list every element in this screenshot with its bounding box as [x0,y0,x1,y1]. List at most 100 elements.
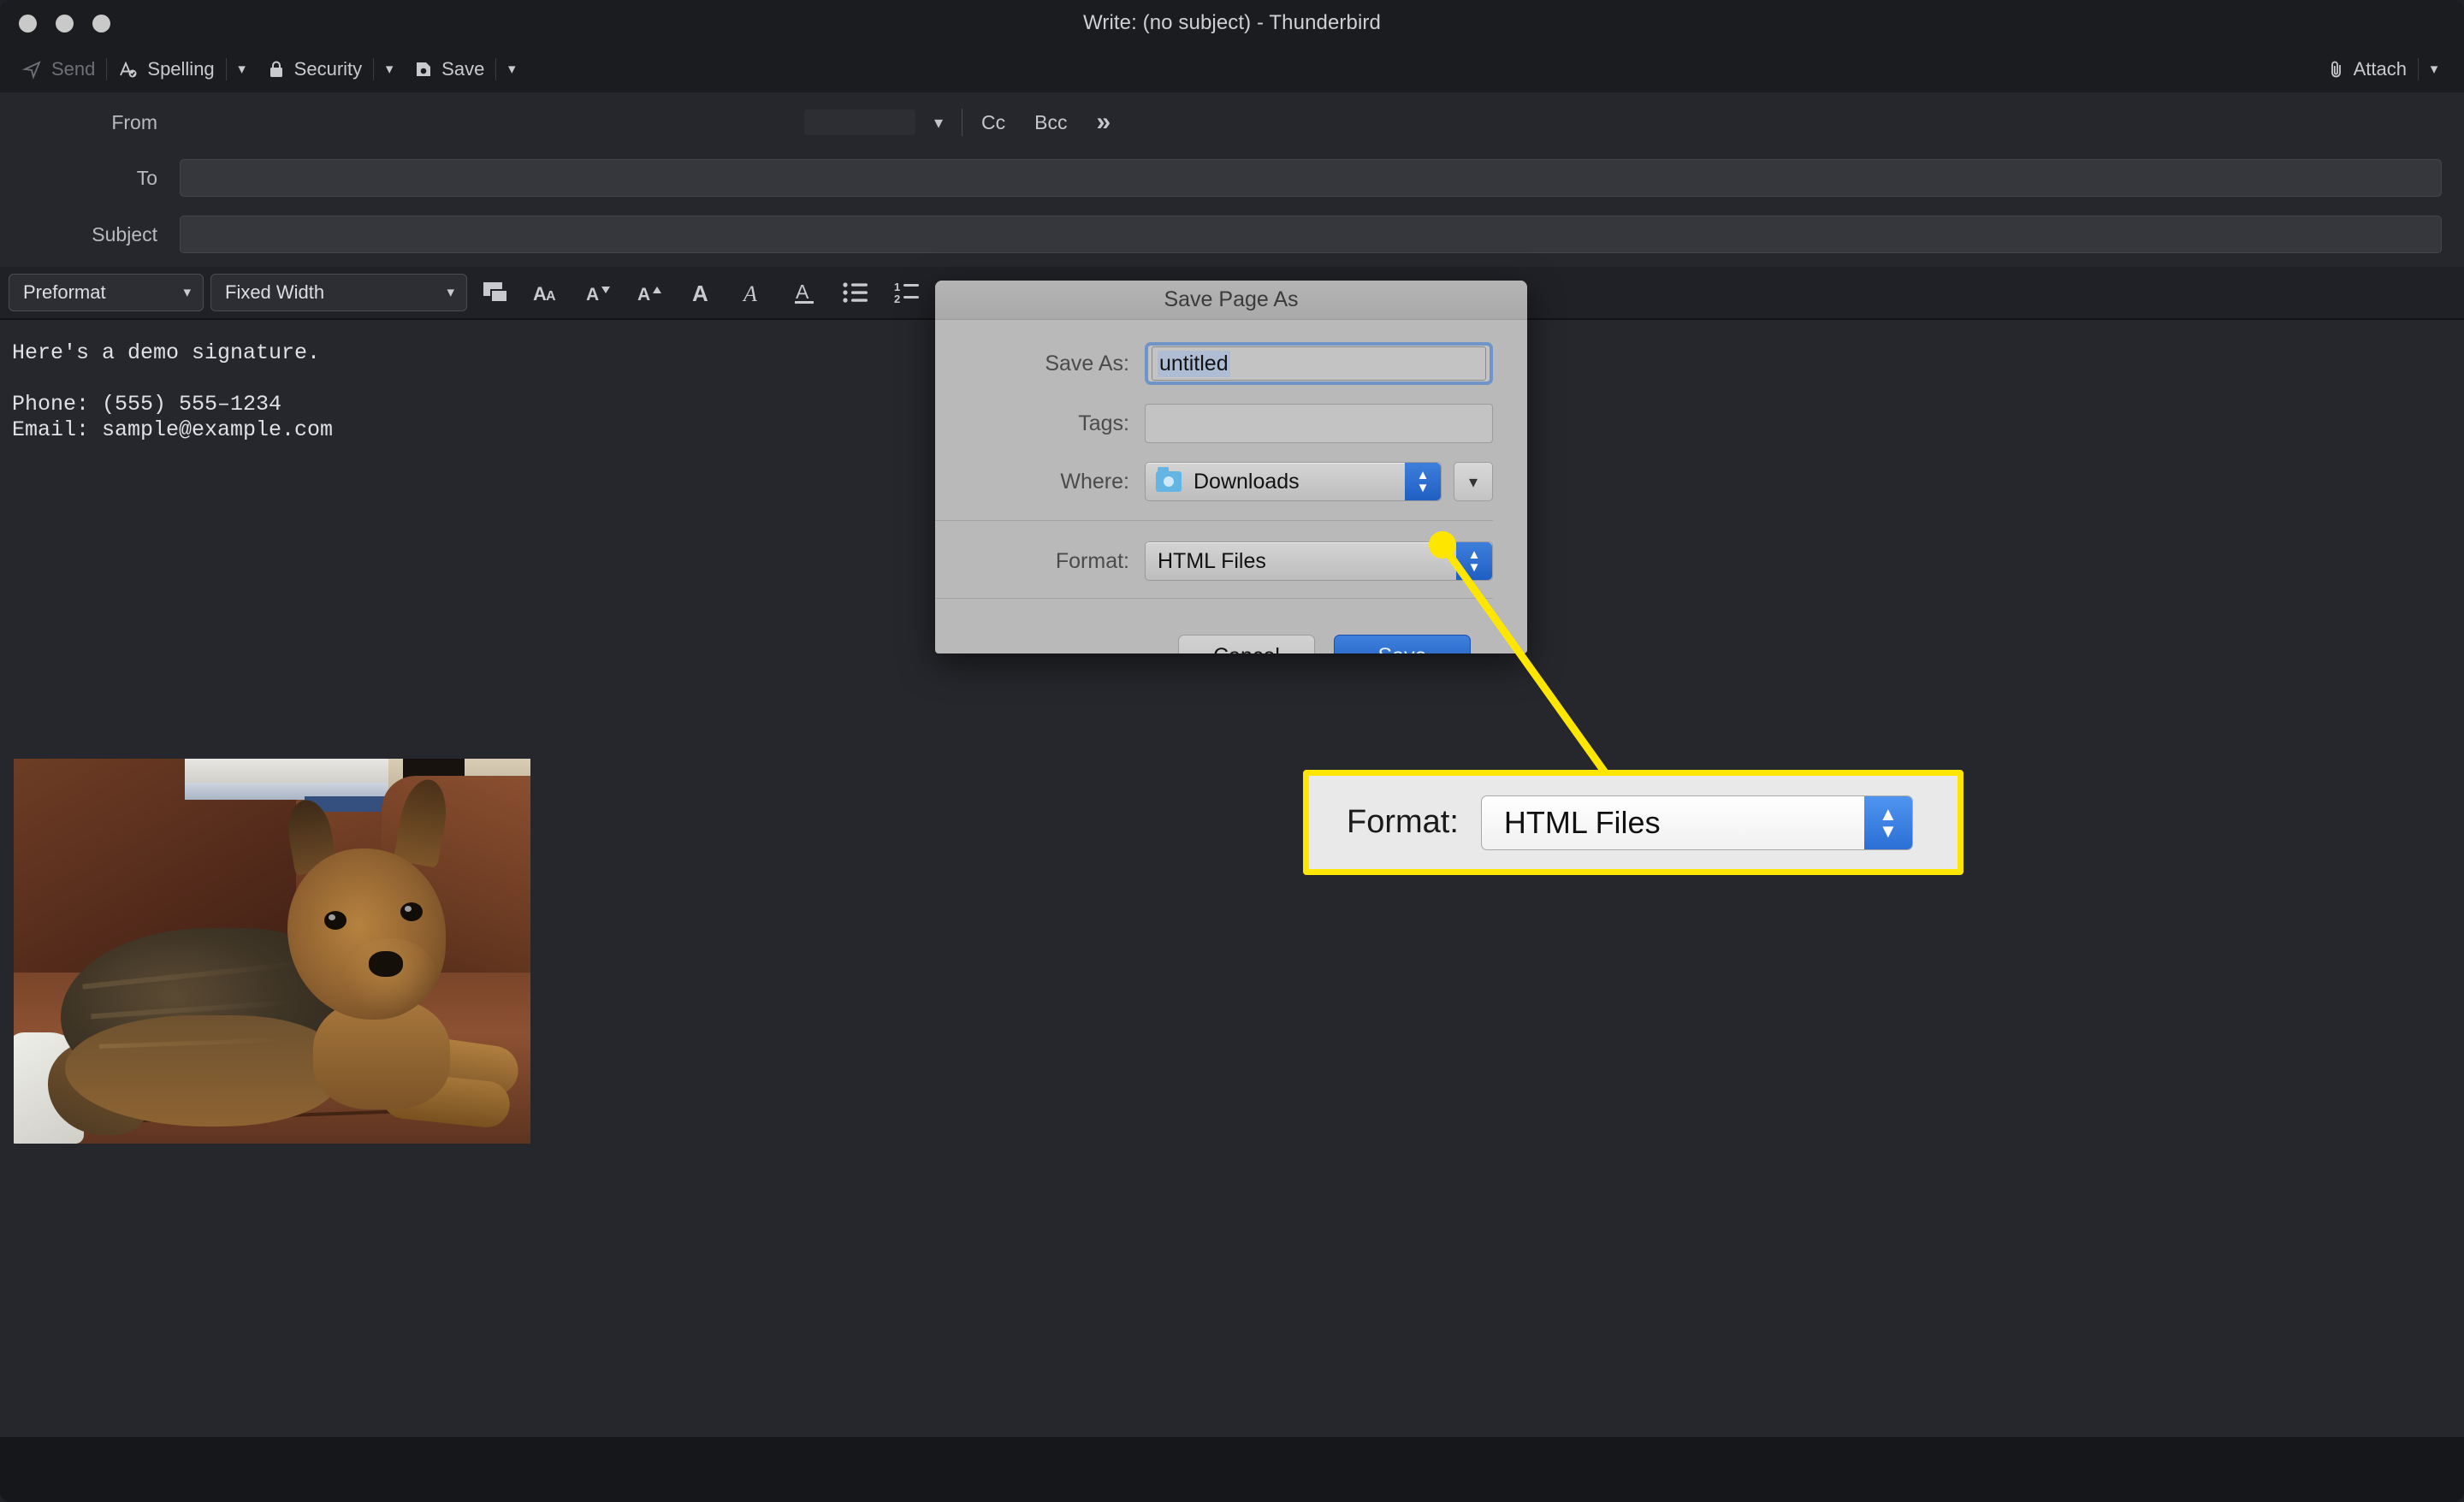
increase-font-size-button[interactable]: A [628,273,672,312]
chevron-up-icon: ▲ [1879,803,1898,825]
where-select[interactable]: Downloads ▲ ▼ [1145,462,1442,501]
chevron-down-icon: ▾ [385,61,394,77]
tags-row: Tags: [935,404,1493,443]
chevron-up-icon: ▲ [1416,467,1430,482]
from-identity-value[interactable] [804,109,915,135]
where-label: Where: [1060,469,1129,494]
save-button[interactable]: Save [404,51,495,87]
send-icon [22,59,43,80]
underline-button[interactable]: A [782,273,826,312]
svg-text:1: 1 [894,281,900,293]
format-label: Format: [1055,548,1129,573]
window-titlebar: Write: (no subject) - Thunderbird [0,0,2464,46]
save-label: Save [441,58,485,80]
bold-icon: A [689,280,714,305]
callout-format-value: HTML Files [1503,804,1661,840]
to-row: To [0,159,2464,197]
format-callout: Format: HTML Files ▲ ▼ [1303,770,1964,875]
window-title: Write: (no subject) - Thunderbird [1083,11,1381,34]
svg-text:A: A [796,281,809,303]
svg-text:A: A [692,281,708,305]
status-bar [0,1437,2464,1502]
bcc-button[interactable]: Bcc [1034,111,1067,134]
tags-label: Tags: [1078,411,1129,435]
chevron-down-icon: ▼ [1467,559,1481,575]
font-size-button[interactable]: A A [525,273,570,312]
svg-text:A: A [586,285,599,305]
more-recipients-icon[interactable]: » [1097,108,1111,137]
font-size-icon: A A [533,280,562,305]
font-family-select[interactable]: Fixed Width ▾ [210,274,467,311]
chevron-down-icon: ▾ [1468,472,1478,492]
toolbar-divider [225,58,227,80]
decrease-size-icon: A [584,280,613,305]
callout-stepper-icon[interactable]: ▲ ▼ [1863,795,1912,849]
paragraph-style-value: Preformat [23,281,106,303]
signature-photo[interactable] [14,759,530,1144]
send-label: Send [51,58,96,80]
svg-text:A: A [533,283,547,305]
signature-line-4: Email: sample@example.com [12,417,334,442]
dialog-divider [935,598,1493,599]
from-dropdown-chevron[interactable]: ▾ [934,112,943,133]
format-value: HTML Files [1158,548,1266,573]
tags-input[interactable] [1145,404,1493,443]
to-label: To [136,166,157,189]
toolbar-divider [106,58,108,80]
save-page-as-dialog: Save Page As Save As: untitled Tags: Whe… [935,281,1527,653]
spelling-dropdown-chevron[interactable]: ▾ [228,51,257,87]
where-stepper-icon[interactable]: ▲ ▼ [1405,463,1441,500]
save-as-label: Save As: [1045,351,1129,376]
cancel-button[interactable]: Cancel [1178,635,1315,653]
save-dropdown-chevron[interactable]: ▾ [497,51,526,87]
callout-format-select[interactable]: HTML Files ▲ ▼ [1480,795,1913,850]
bold-button[interactable]: A [679,273,724,312]
format-row: Format: HTML Files ▲ ▼ [935,541,1493,581]
cc-button[interactable]: Cc [981,111,1005,134]
save-as-field[interactable]: untitled [1145,342,1493,385]
italic-icon: A [740,280,766,305]
save-as-row: Save As: untitled [935,342,1493,385]
numbered-list-button[interactable]: 1 2 [885,273,929,312]
chevron-down-icon: ▾ [238,61,246,77]
floppy-disk-icon [414,59,433,80]
subject-label: Subject [92,222,157,245]
thunderbird-compose-window: Write: (no subject) - Thunderbird Send S… [0,0,2464,1502]
toolbar-divider [373,58,375,80]
bullet-list-button[interactable] [833,273,878,312]
numbered-list-icon: 1 2 [894,281,920,305]
from-label: From [111,110,157,133]
attach-button[interactable]: Attach [2318,51,2417,87]
svg-text:A: A [637,285,650,305]
subject-input[interactable] [180,216,2442,253]
svg-text:2: 2 [894,293,900,305]
text-color-button[interactable] [474,273,518,312]
security-button[interactable]: Security [257,51,372,87]
where-row: Where: Downloads ▲ ▼ ▾ [935,462,1493,501]
expand-browser-button[interactable]: ▾ [1454,462,1493,501]
to-input[interactable] [180,159,2442,197]
toolbar-divider [2418,58,2419,80]
from-row: From ▾ Cc Bcc » [0,108,2464,137]
spelling-button[interactable]: Spelling [108,51,224,87]
attach-dropdown-chevron[interactable]: ▾ [2420,51,2449,87]
spelling-label: Spelling [147,58,215,80]
signature-line-1: Here's a demo signature. [12,340,321,365]
bullet-list-icon [842,281,869,305]
save-dialog-button[interactable]: Save [1334,635,1471,653]
decrease-font-size-button[interactable]: A [577,273,621,312]
main-toolbar: Send Spelling ▾ Security ▾ Save ▾ Attach… [0,46,2464,92]
subject-row: Subject [0,216,2464,253]
chevron-down-icon: ▾ [447,284,454,300]
paragraph-style-select[interactable]: Preformat ▾ [9,274,204,311]
format-select[interactable]: HTML Files ▲ ▼ [1145,541,1493,581]
where-value: Downloads [1194,469,1300,494]
attach-label: Attach [2353,58,2407,80]
send-button[interactable]: Send [12,51,105,87]
format-stepper-icon[interactable]: ▲ ▼ [1456,542,1492,580]
dialog-divider [935,520,1493,521]
paperclip-icon [2328,59,2345,80]
security-dropdown-chevron[interactable]: ▾ [375,51,404,87]
chevron-down-icon: ▼ [1879,820,1898,842]
italic-button[interactable]: A [731,273,775,312]
